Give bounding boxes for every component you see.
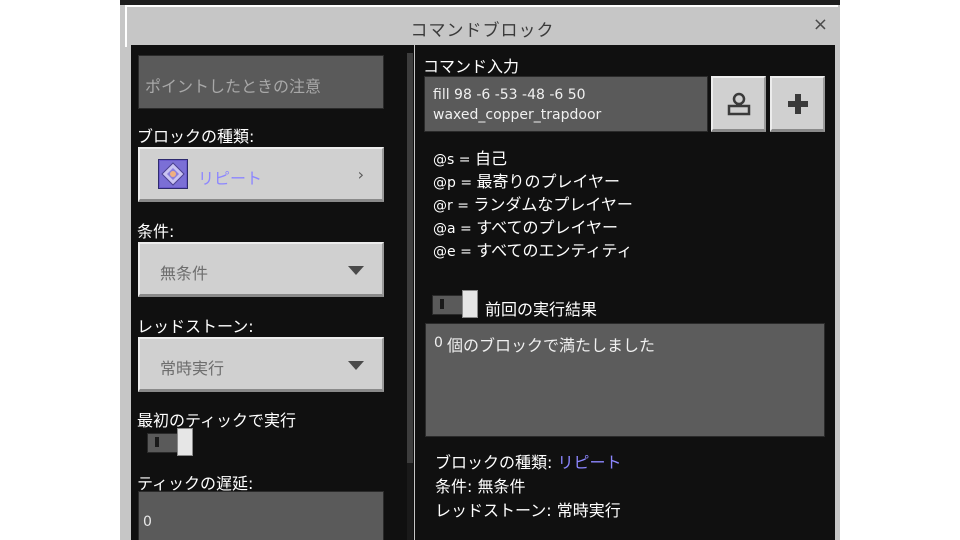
hover-note-placeholder: ポイントしたときの注意 <box>145 77 322 96</box>
condition-label: 条件: <box>137 222 175 241</box>
block-type-label: ブロックの種類: <box>137 127 255 146</box>
summary-block-type-value: リピート <box>557 453 622 472</box>
command-input-label: コマンド入力 <box>423 57 520 76</box>
selector-item: @s = 自己 <box>433 149 507 168</box>
add-button[interactable] <box>770 76 825 132</box>
title-bar: コマンドブロック × <box>125 5 838 47</box>
redstone-dropdown[interactable]: 常時実行 <box>138 337 384 392</box>
redstone-value: 常時実行 <box>160 359 225 378</box>
repeat-command-block-icon <box>158 159 188 189</box>
paste-command-button[interactable] <box>711 76 766 132</box>
plus-icon <box>788 94 808 114</box>
condition-dropdown[interactable]: 無条件 <box>138 242 384 297</box>
selector-item: @e = すべてのエンティティ <box>433 241 633 260</box>
tick-delay-value: 0 <box>143 514 152 530</box>
settings-panel: ポイントしたときの注意 ブロックの種類: リピート › 条件: 無条件 レッドス… <box>131 45 414 540</box>
block-type-value: リピート <box>198 169 263 188</box>
chevron-down-icon <box>348 361 364 370</box>
previous-output-label: 前回の実行結果 <box>485 300 598 319</box>
command-line-1: fill 98 -6 -53 -48 -6 50 <box>433 87 586 103</box>
selector-item: @r = ランダムなプレイヤー <box>433 195 633 214</box>
first-tick-toggle[interactable] <box>147 428 195 456</box>
summary-block-type: ブロックの種類: リピート <box>435 453 622 472</box>
command-line-2: waxed_copper_trapdoor <box>433 107 602 123</box>
command-block-window: コマンドブロック × ポイントしたときの注意 ブロックの種類: リピート › 条… <box>120 0 840 540</box>
redstone-label: レッドストーン: <box>137 317 254 336</box>
window-title: コマンドブロック <box>410 21 555 41</box>
previous-output-box: 0 個のブロックで満たしました <box>425 323 825 437</box>
output-count: 0 <box>434 335 443 351</box>
previous-output-toggle[interactable] <box>432 290 480 318</box>
summary-redstone: レッドストーン: 常時実行 <box>435 501 621 520</box>
chevron-right-icon: › <box>357 165 364 184</box>
block-type-dropdown[interactable]: リピート › <box>138 147 384 202</box>
selector-item: @p = 最寄りのプレイヤー <box>433 172 621 191</box>
scrollbar-thumb[interactable] <box>407 53 413 463</box>
command-panel: コマンド入力 fill 98 -6 -53 -48 -6 50 waxed_co… <box>415 45 835 540</box>
close-icon[interactable]: × <box>813 14 828 35</box>
condition-value: 無条件 <box>160 264 209 283</box>
output-text: 個のブロックで満たしました <box>447 336 656 355</box>
summary-condition: 条件: 無条件 <box>435 477 526 496</box>
paste-icon <box>727 92 751 116</box>
command-input[interactable]: fill 98 -6 -53 -48 -6 50 waxed_copper_tr… <box>424 76 708 132</box>
chevron-down-icon <box>348 266 364 275</box>
hover-note-input[interactable]: ポイントしたときの注意 <box>138 55 384 109</box>
tick-delay-input[interactable]: 0 <box>138 491 384 540</box>
selector-item: @a = すべてのプレイヤー <box>433 218 618 237</box>
